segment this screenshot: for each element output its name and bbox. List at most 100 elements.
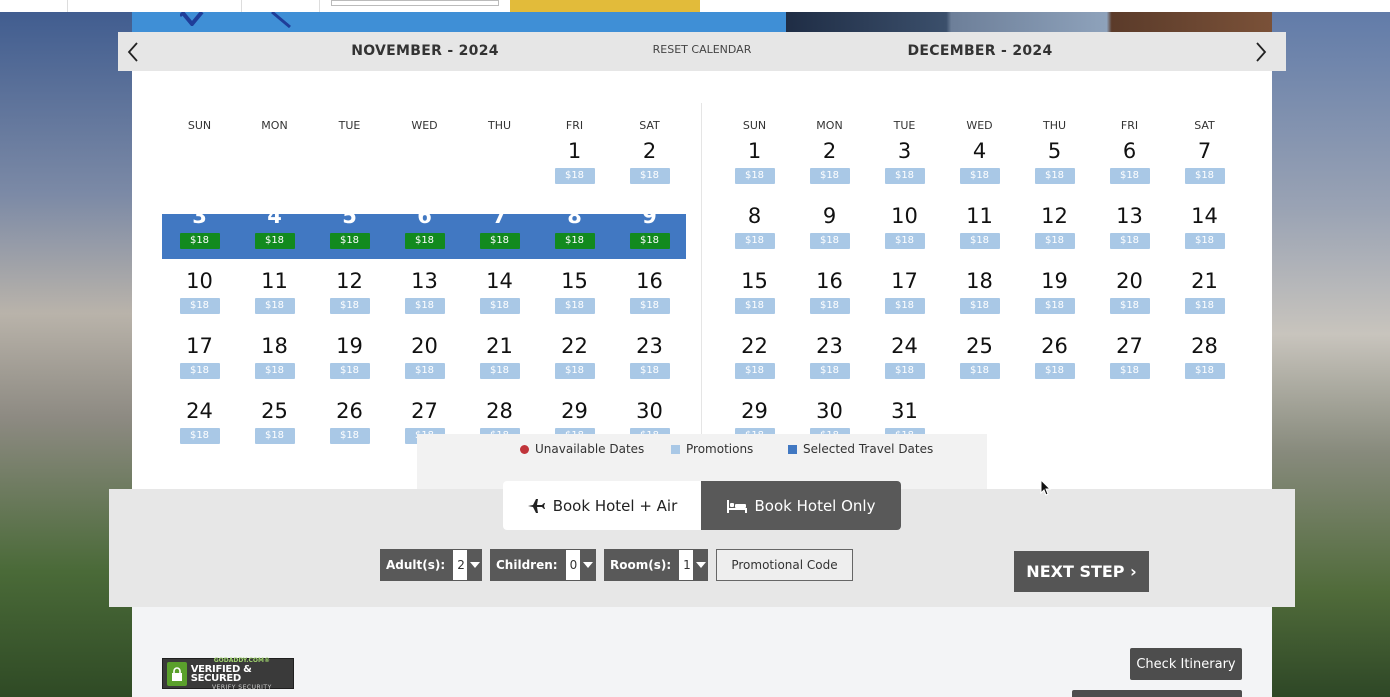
calendar-day[interactable]: 17 $18: [162, 324, 237, 379]
calendar-day[interactable]: 26 $18: [1017, 324, 1092, 379]
day-number: 19: [1041, 269, 1068, 293]
calendar-day[interactable]: 14 $18: [1167, 194, 1242, 249]
calendar-day[interactable]: 22 $18: [717, 324, 792, 379]
calendar-day[interactable]: 10 $18: [867, 194, 942, 249]
calendar-day[interactable]: 31$18: [867, 389, 942, 444]
calendar-day[interactable]: 5 $18: [1017, 129, 1092, 184]
day-price-badge: $18: [254, 233, 295, 249]
calendar-day[interactable]: 23 $18: [792, 324, 867, 379]
calendar-day[interactable]: 2 $18: [612, 129, 687, 184]
day-price-badge: $18: [1109, 168, 1150, 184]
calendar-day[interactable]: 21 $18: [1167, 259, 1242, 314]
calendar-day[interactable]: 25 $18: [237, 389, 312, 444]
calendar-day[interactable]: 16 $18: [792, 259, 867, 314]
calendar-day[interactable]: 1 $18: [717, 129, 792, 184]
calendar-day[interactable]: 14 $18: [462, 259, 537, 314]
calendar-day[interactable]: 3 $18: [162, 194, 237, 249]
calendar-day[interactable]: 29$18: [717, 389, 792, 444]
legend-unavailable-label: Unavailable Dates: [535, 442, 645, 456]
header-search-input[interactable]: [331, 0, 499, 6]
calendar-day[interactable]: 13 $18: [1092, 194, 1167, 249]
calendar-day[interactable]: 18 $18: [237, 324, 312, 379]
calendar-day[interactable]: 8 $18: [537, 194, 612, 249]
calendar-day[interactable]: 12 $18: [312, 259, 387, 314]
rooms-select[interactable]: Room(s): 1: [604, 549, 708, 581]
calendar-day[interactable]: 18 $18: [942, 259, 1017, 314]
caret-down-icon[interactable]: [580, 549, 596, 581]
caret-down-icon[interactable]: [467, 549, 482, 581]
calendar-day[interactable]: 26 $18: [312, 389, 387, 444]
calendar-day[interactable]: 27$18: [1092, 324, 1167, 379]
calendar-day[interactable]: 3 $18: [867, 129, 942, 184]
calendar-day[interactable]: 25 $18: [942, 324, 1017, 379]
calendar-day[interactable]: 8 $18: [717, 194, 792, 249]
caret-down-icon[interactable]: [693, 549, 708, 581]
calendar-day[interactable]: 16 $18: [612, 259, 687, 314]
rooms-value[interactable]: 1: [679, 550, 694, 580]
tab-book-hotel-air[interactable]: Book Hotel + Air: [503, 481, 701, 530]
children-select[interactable]: Children: 0: [490, 549, 596, 581]
chevron-right-icon: [1256, 41, 1267, 62]
day-price-badge: $18: [1184, 233, 1225, 249]
calendar-day[interactable]: 11 $18: [942, 194, 1017, 249]
calendar-day[interactable]: 17 $18: [867, 259, 942, 314]
calendar-day[interactable]: 13 $18: [387, 259, 462, 314]
children-value[interactable]: 0: [565, 550, 581, 580]
calendar-day[interactable]: 9 $18: [612, 194, 687, 249]
day-number: 13: [411, 269, 438, 293]
calendar-day[interactable]: 22 $18: [537, 324, 612, 379]
calendar-day[interactable]: 5 $18: [312, 194, 387, 249]
logo-chevron-icon: [180, 12, 204, 26]
calendar-day[interactable]: 7 $18: [462, 194, 537, 249]
next-step-button[interactable]: NEXT STEP ›: [1014, 551, 1149, 592]
check-itinerary-button[interactable]: Check Itinerary: [1130, 648, 1242, 680]
calendar-day[interactable]: 4 $18: [942, 129, 1017, 184]
godaddy-verified-badge[interactable]: GODADDY.COM® VERIFIED & SECURED VERIFY S…: [162, 657, 294, 691]
day-number: 7: [492, 204, 507, 228]
calendar-day[interactable]: 29$18: [537, 389, 612, 444]
day-price-badge: $18: [404, 363, 445, 379]
calendar-day[interactable]: 4 $18: [237, 194, 312, 249]
day-number: 2: [822, 139, 837, 163]
calendar-day[interactable]: 21 $18: [462, 324, 537, 379]
day-number: 27: [411, 399, 438, 423]
calendar-day[interactable]: 2 $18: [792, 129, 867, 184]
calendar-day[interactable]: 6 $18: [1092, 129, 1167, 184]
calendar-day[interactable]: 10 $18: [162, 259, 237, 314]
calendar-day[interactable]: 27$18: [387, 389, 462, 444]
adults-value[interactable]: 2: [453, 550, 468, 580]
calendar-day[interactable]: 15 $18: [537, 259, 612, 314]
calendar-day[interactable]: 7 $18: [1167, 129, 1242, 184]
day-number: 20: [411, 334, 438, 358]
calendar-day[interactable]: 30$18: [612, 389, 687, 444]
promotional-code-button[interactable]: Promotional Code: [716, 549, 853, 581]
calendar-day[interactable]: 15 $18: [717, 259, 792, 314]
prev-month-button[interactable]: [118, 32, 148, 71]
calendar-day[interactable]: 11 $18: [237, 259, 312, 314]
day-number: 26: [336, 399, 363, 423]
calendar-day[interactable]: 30$18: [792, 389, 867, 444]
calendar-day[interactable]: 12 $18: [1017, 194, 1092, 249]
calendar-day[interactable]: 19 $18: [312, 324, 387, 379]
day-number: 4: [972, 139, 987, 163]
calendar-day[interactable]: 6 $18: [387, 194, 462, 249]
footer-secondary-button[interactable]: [1072, 690, 1242, 697]
calendar-day[interactable]: 1 $18: [537, 129, 612, 184]
day-number: 15: [561, 269, 588, 293]
calendar-day[interactable]: 23 $18: [612, 324, 687, 379]
header-book-button[interactable]: [510, 0, 700, 12]
adults-select[interactable]: Adult(s): 2: [380, 549, 482, 581]
calendar-day[interactable]: 19 $18: [1017, 259, 1092, 314]
next-month-button[interactable]: [1246, 32, 1276, 71]
calendar-day[interactable]: 20 $18: [387, 324, 462, 379]
calendar-day[interactable]: 9 $18: [792, 194, 867, 249]
calendar-day[interactable]: 20 $18: [1092, 259, 1167, 314]
reset-calendar-button[interactable]: RESET CALENDAR: [617, 32, 787, 67]
tab-book-hotel-only[interactable]: Book Hotel Only: [701, 481, 901, 530]
calendar-day[interactable]: 28$18: [462, 389, 537, 444]
calendar-day[interactable]: 28$18: [1167, 324, 1242, 379]
day-price-badge: $18: [404, 233, 445, 249]
calendar-day[interactable]: 24 $18: [162, 389, 237, 444]
day-price-badge: $18: [254, 298, 295, 314]
calendar-day[interactable]: 24 $18: [867, 324, 942, 379]
